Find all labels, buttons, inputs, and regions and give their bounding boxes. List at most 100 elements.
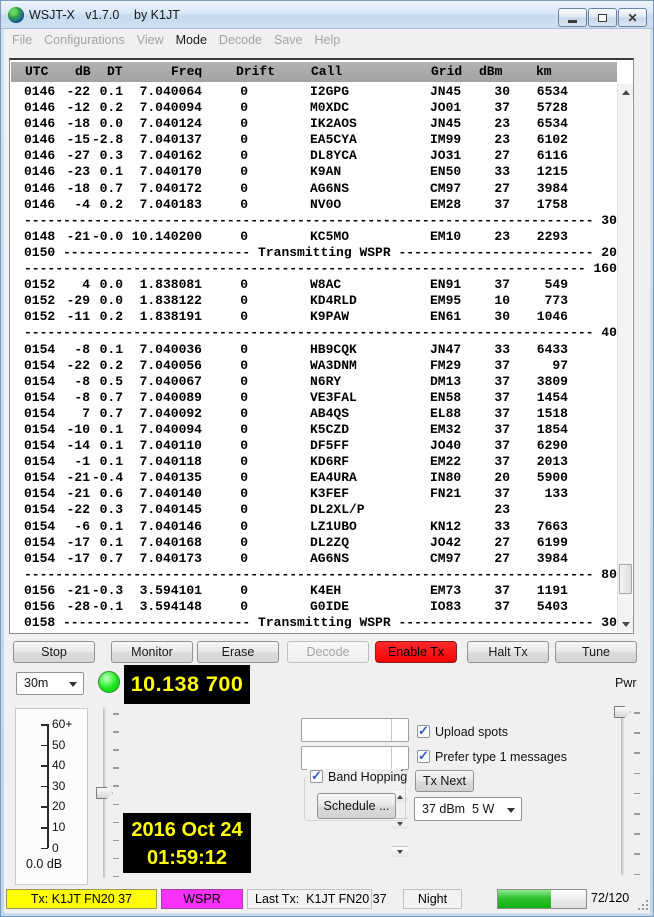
- cell-dbm: 23: [468, 116, 510, 131]
- slider-tick: [113, 822, 119, 824]
- decode-row[interactable]: 0146-40.27.0401830NV0OEM28371758: [10, 197, 618, 213]
- decode-row[interactable]: 0152-290.01.8381220KD4RLDEM9510773: [10, 293, 618, 309]
- transmitting-row[interactable]: 0158 ------------------------ Transmitti…: [10, 615, 618, 631]
- cell-drift: 0: [210, 486, 248, 501]
- menu-decode[interactable]: Decode: [213, 33, 268, 47]
- decode-row[interactable]: 0154-170.17.0401680DL2ZQJO42276199: [10, 535, 618, 551]
- pwr-slider-track[interactable]: [621, 709, 624, 875]
- tx-next-button[interactable]: Tx Next: [415, 770, 474, 792]
- cell-km: 3984: [512, 181, 568, 196]
- window-title: WSJT-X v1.7.0: [29, 8, 119, 22]
- minimize-button[interactable]: [558, 8, 587, 27]
- cell-freq: 7.040094: [120, 422, 202, 437]
- band-separator-row[interactable]: ----------------------------------------…: [10, 567, 618, 583]
- menu-mode[interactable]: Mode: [170, 33, 213, 47]
- cell-call: AG6NS: [310, 181, 420, 196]
- close-icon: ✕: [627, 12, 637, 24]
- decode-row[interactable]: 0154-60.17.0401460LZ1UBOKN12337663: [10, 519, 618, 535]
- scroll-up-button[interactable]: [618, 84, 633, 100]
- cell-drift: 0: [210, 197, 248, 212]
- rx-gain-slider-thumb[interactable]: [96, 787, 113, 799]
- decode-row[interactable]: 0154-80.17.0400360HB9CQKJN47336433: [10, 342, 618, 358]
- menu-file[interactable]: File: [6, 33, 38, 47]
- erase-button[interactable]: Erase: [197, 641, 279, 663]
- decode-row[interactable]: 0154-80.77.0400890VE3FALEN58371454: [10, 390, 618, 406]
- scroll-down-button[interactable]: [618, 616, 633, 632]
- enable-tx-button[interactable]: Enable Tx: [375, 641, 457, 663]
- decode-row[interactable]: 0154-220.27.0400560WA3DNMFM293797: [10, 358, 618, 374]
- tx-pct-down-button[interactable]: [392, 846, 408, 857]
- band-select-value: 30m: [24, 676, 48, 690]
- transmitting-row[interactable]: 0150 ------------------------ Transmitti…: [10, 245, 618, 261]
- decode-row[interactable]: 0146-270.37.0401620DL8YCAJO31276116: [10, 148, 618, 164]
- band-separator-row[interactable]: ----------------------------------------…: [10, 261, 618, 277]
- resize-grip[interactable]: [638, 900, 648, 910]
- column-header-freq: Freq: [171, 64, 202, 79]
- band-separator-row[interactable]: ----------------------------------------…: [10, 213, 618, 229]
- clock-time: 01:59:12: [123, 844, 251, 872]
- menu-save[interactable]: Save: [268, 33, 309, 47]
- scrollbar[interactable]: [617, 84, 632, 632]
- band-separator-row[interactable]: ----------------------------------------…: [10, 325, 618, 341]
- maximize-button[interactable]: [588, 8, 617, 27]
- power-select[interactable]: 37 dBm 5 W: [414, 797, 522, 821]
- cell-freq: 7.040064: [120, 84, 202, 99]
- decode-row[interactable]: 0154-100.17.0400940K5CZDEM32371854: [10, 422, 618, 438]
- tx-pct-spinner[interactable]: Tx Pct 20 %: [301, 746, 409, 770]
- tune-button[interactable]: Tune: [555, 641, 637, 663]
- stop-button[interactable]: Stop: [13, 641, 95, 663]
- menu-help[interactable]: Help: [309, 33, 347, 47]
- decode-row[interactable]: 0146-220.17.0400640I2GPGJN45306534: [10, 84, 618, 100]
- cell-grid: EL88: [430, 406, 470, 421]
- decode-row[interactable]: 0154-220.37.0401450DL2XL/P23: [10, 502, 618, 518]
- upload-spots-checkbox[interactable]: ✓: [417, 725, 430, 738]
- decode-row[interactable]: 0146-230.17.0401700K9ANEN50331215: [10, 164, 618, 180]
- decode-table[interactable]: UTCdBDTFreqDriftCallGriddBmkm 0146-220.1…: [9, 58, 634, 634]
- decode-row[interactable]: 0154-210.67.0401400K3FEFFN2137133: [10, 486, 618, 502]
- band-hopping-checkbox[interactable]: ✓: [310, 770, 323, 783]
- cell-call: KC5MO: [310, 229, 420, 244]
- cell-km: 5900: [512, 470, 568, 485]
- halt-tx-button[interactable]: Halt Tx: [467, 641, 549, 663]
- monitor-button[interactable]: Monitor: [111, 641, 193, 663]
- meter-tick-label: 60+: [52, 717, 72, 731]
- decode-row[interactable]: 015470.77.0400920AB4QSEL88371518: [10, 406, 618, 422]
- cell-dbm: 33: [468, 519, 510, 534]
- decode-row[interactable]: 0146-180.07.0401240IK2AOSJN45236534: [10, 116, 618, 132]
- decode-row[interactable]: 0146-15-2.87.0401370EA5CYAIM99236102: [10, 132, 618, 148]
- cell-freq: 7.040145: [120, 502, 202, 517]
- menu-view[interactable]: View: [131, 33, 170, 47]
- chevron-down-icon: [69, 682, 77, 687]
- cell-grid: EM22: [430, 454, 470, 469]
- prefer-type1-checkbox[interactable]: ✓: [417, 750, 430, 763]
- cell-grid: JN45: [430, 116, 470, 131]
- decode-row[interactable]: 0152-110.21.8381910K9PAWEN61301046: [10, 309, 618, 325]
- cell-km: 2013: [512, 454, 568, 469]
- cell-dbm: 37: [468, 454, 510, 469]
- decode-row[interactable]: 0156-21-0.33.5941010K4EHEM73371191: [10, 583, 618, 599]
- decode-row[interactable]: 0154-80.57.0400670N6RYDM13373809: [10, 374, 618, 390]
- schedule-button[interactable]: Schedule ...: [317, 793, 396, 819]
- slider-tick: [113, 713, 119, 715]
- cell-km: 133: [512, 486, 568, 501]
- decode-row[interactable]: 015240.01.8380810W8ACEN9137549: [10, 277, 618, 293]
- close-button[interactable]: ✕: [618, 8, 647, 27]
- decode-row[interactable]: 0154-140.17.0401100DF5FFJO40376290: [10, 438, 618, 454]
- band-select[interactable]: 30m: [16, 672, 84, 695]
- decode-row[interactable]: 0146-180.77.0401720AG6NSCM97273984: [10, 181, 618, 197]
- decode-row[interactable]: 0154-170.77.0401730AG6NSCM97273984: [10, 551, 618, 567]
- decode-row[interactable]: 0154-21-0.47.0401350EA4URAIN80205900: [10, 470, 618, 486]
- status-mode-badge: WSPR: [161, 889, 243, 909]
- decode-row[interactable]: 0148-21-0.010.1402000KC5MOEM10232293: [10, 229, 618, 245]
- decode-row[interactable]: 0146-120.27.0400940M0XDCJO01375728: [10, 100, 618, 116]
- scrollbar-thumb[interactable]: [619, 564, 632, 594]
- menu-configurations[interactable]: Configurations: [38, 33, 131, 47]
- slider-tick: [634, 813, 640, 815]
- column-header-drift: Drift: [236, 64, 275, 79]
- decode-row[interactable]: 0154-10.17.0401180KD6RFEM22372013: [10, 454, 618, 470]
- decode-row[interactable]: 0156-28-0.13.5941480G0IDEIO83375403: [10, 599, 618, 615]
- tx-freq-spinner[interactable]: Tx 1500 Hz: [301, 718, 409, 742]
- cell-drift: 0: [210, 293, 248, 308]
- upload-spots-label: Upload spots: [435, 725, 508, 739]
- pwr-slider-thumb[interactable]: [614, 706, 631, 718]
